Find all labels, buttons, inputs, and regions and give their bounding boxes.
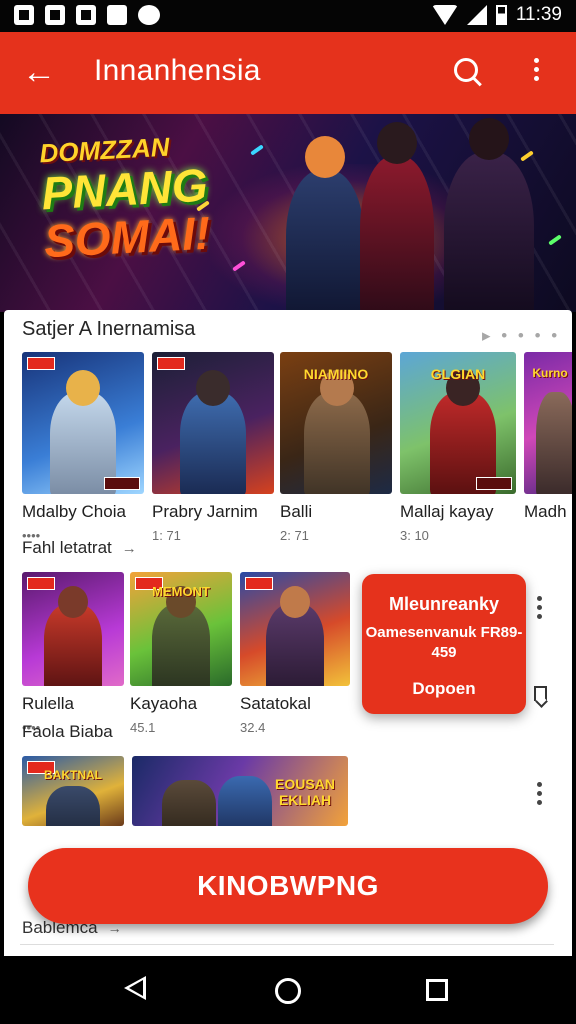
- notification-app-icon: [14, 5, 34, 25]
- game-title: Madh: [524, 502, 567, 521]
- game-thumbnail: NIAMIINO: [280, 352, 392, 494]
- hero-character-2: [360, 122, 434, 312]
- game-thumbnail: [22, 572, 124, 686]
- more-vertical-icon[interactable]: [534, 782, 544, 809]
- notification-download-icon: [76, 5, 96, 25]
- wifi-icon: [431, 5, 458, 25]
- hero-character-3: [444, 118, 534, 312]
- section-title-text: Fahl letatrat: [22, 538, 112, 557]
- more-vertical-icon[interactable]: [531, 58, 541, 85]
- game-meta: 32.4: [240, 720, 266, 735]
- game-card[interactable]: GLGIAN Mallaj kayay 3: 10: [400, 352, 516, 543]
- notification-image-icon: [107, 5, 127, 25]
- divider: [20, 944, 554, 945]
- bookmark-icon[interactable]: [534, 686, 547, 701]
- game-title: Kayaoha: [130, 694, 198, 713]
- game-thumbnail: [152, 352, 274, 494]
- battery-icon: [495, 5, 507, 25]
- game-card[interactable]: NIAMIINO Balli 2: 71: [280, 352, 392, 543]
- hero-character-1: [286, 136, 364, 312]
- promo-popup[interactable]: Mleunreanky Oamesenvanuk FR89-459 Dopoen: [362, 574, 526, 714]
- signal-icon: [466, 5, 487, 25]
- notification-mail-icon: [45, 5, 65, 25]
- game-card[interactable]: Mdalby Choia ••••: [22, 352, 144, 543]
- primary-action-button[interactable]: KINOBWPNG: [28, 848, 548, 924]
- game-meta: 1: 71: [152, 528, 181, 543]
- section-title: Fahl letatrat →: [22, 538, 137, 558]
- game-card[interactable]: MEMONT Kayaoha 45.1: [130, 572, 232, 735]
- section-title: Faola Biaba: [22, 722, 113, 741]
- notification-chat-icon: [138, 5, 160, 25]
- game-title: Prabry Jarnim: [152, 502, 258, 521]
- game-thumbnail: [22, 352, 144, 494]
- thumbnail-title: MEMONT: [152, 584, 210, 599]
- game-card[interactable]: BAKTNAL: [22, 756, 124, 826]
- popup-subtitle: Oamesenvanuk FR89-459: [365, 624, 523, 661]
- more-vertical-icon[interactable]: [534, 596, 544, 623]
- game-thumbnail: EOUSAN EKLIAH: [132, 756, 348, 826]
- game-title: Mallaj kayay: [400, 502, 494, 521]
- status-time: 11:39: [515, 4, 562, 25]
- app-bar: ← Innanhensia: [0, 32, 576, 114]
- thumbnail-title: GLGIAN: [430, 366, 486, 382]
- game-title: Satatokal: [240, 694, 311, 713]
- chevron-right-icon[interactable]: →: [122, 540, 137, 557]
- status-bar: 11:39: [0, 0, 576, 32]
- game-thumbnail: GLGIAN: [400, 352, 516, 494]
- thumbnail-title: BAKTNAL: [44, 768, 102, 782]
- game-thumbnail: [240, 572, 350, 686]
- game-meta: 45.1: [130, 720, 156, 735]
- game-meta: 3: 10: [400, 528, 429, 543]
- promo-banner[interactable]: DOMZZAN PNANG SOMAI!: [0, 114, 576, 312]
- game-thumbnail: Kurno: [524, 352, 572, 494]
- game-title: Mdalby Choia: [22, 502, 126, 521]
- game-thumbnail: BAKTNAL: [22, 756, 124, 826]
- search-icon[interactable]: [452, 56, 484, 88]
- banner-headline: DOMZZAN PNANG SOMAI!: [39, 130, 212, 268]
- banner-line-3: SOMAI!: [42, 206, 212, 268]
- system-nav-bar: [0, 956, 576, 1024]
- game-title: Rulella: [22, 694, 74, 713]
- game-card[interactable]: Prabry Jarnim 1: 71: [152, 352, 274, 543]
- section-title: Satjer A Inernamisa: [22, 318, 196, 340]
- arrow-left-icon[interactable]: ←: [22, 52, 58, 92]
- game-card[interactable]: Satatokal 32.4: [240, 572, 350, 735]
- status-indicators: 11:39: [431, 4, 562, 26]
- nav-back-icon[interactable]: [124, 976, 146, 1000]
- nav-recents-icon[interactable]: [426, 979, 448, 1001]
- popup-title: Mleunreanky: [388, 594, 500, 614]
- game-card[interactable]: Kurno Madh: [524, 352, 572, 528]
- game-card[interactable]: Rulella ••••: [22, 572, 124, 735]
- game-meta: 2: 71: [280, 528, 309, 543]
- nav-home-icon[interactable]: [275, 978, 301, 1004]
- game-thumbnail: MEMONT: [130, 572, 232, 686]
- popup-action[interactable]: Dopoen: [362, 679, 526, 699]
- game-title: Balli: [280, 502, 313, 521]
- thumbnail-title: NIAMIINO: [303, 366, 369, 382]
- thumbnail-title: Kurno: [532, 366, 568, 380]
- notification-icons: [14, 5, 160, 25]
- thumbnail-title: EOUSAN EKLIAH: [275, 776, 335, 808]
- app-title: Innanhensia: [94, 54, 261, 87]
- game-card[interactable]: EOUSAN EKLIAH: [132, 756, 348, 826]
